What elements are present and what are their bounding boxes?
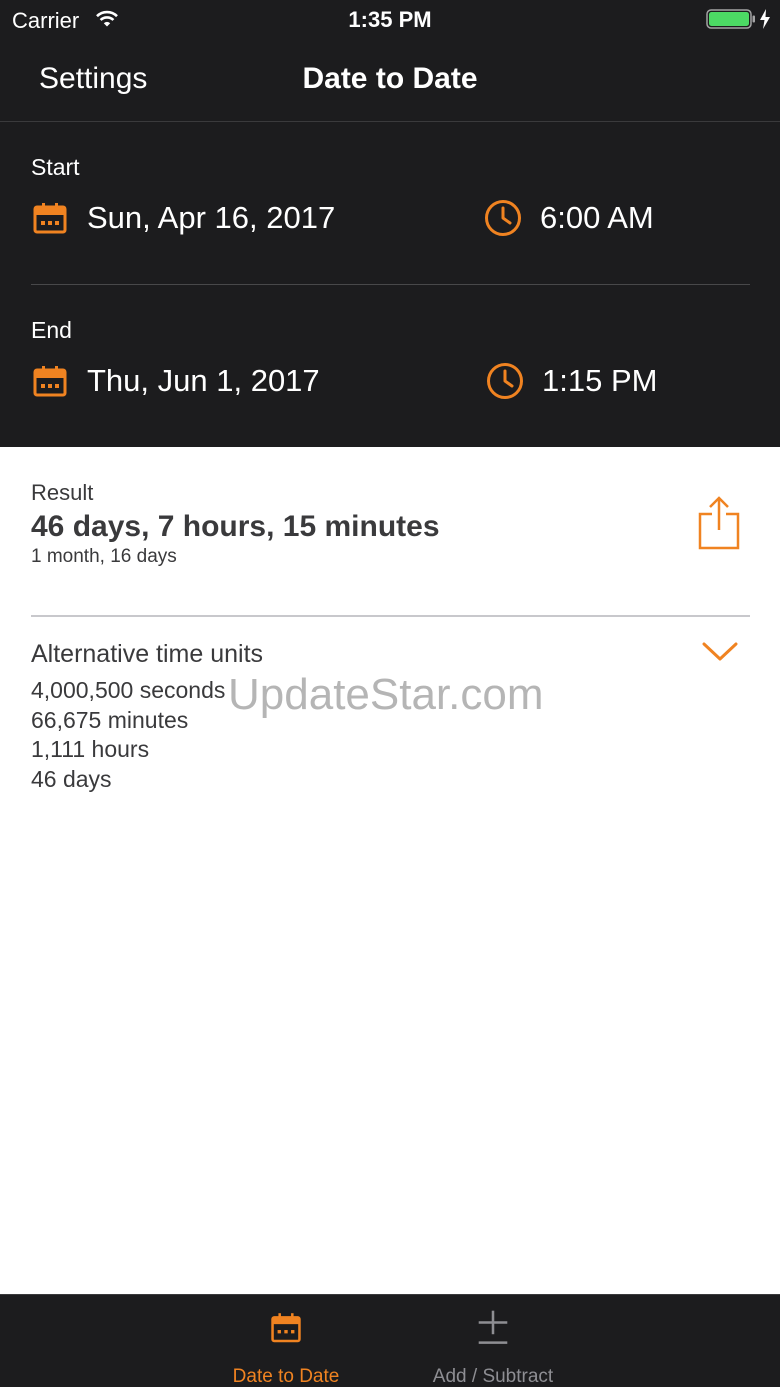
end-time-button[interactable]: 1:15 PM xyxy=(486,359,657,403)
navigation-bar: Settings Date to Date xyxy=(0,40,780,122)
tab-label: Date to Date xyxy=(232,1366,340,1387)
calendar-icon xyxy=(271,1313,301,1343)
calendar-icon xyxy=(33,366,67,397)
page-title: Date to Date xyxy=(302,62,478,95)
result-label: Result xyxy=(31,480,94,505)
share-icon[interactable] xyxy=(698,495,740,551)
status-bar: Carrier 1:35 PM xyxy=(0,0,780,40)
end-label: End xyxy=(31,317,72,343)
tab-add-subtract[interactable]: Add / Subtract xyxy=(413,1295,573,1387)
start-time-button[interactable]: 6:00 AM xyxy=(484,196,654,240)
calendar-icon xyxy=(33,203,67,234)
end-date-value: Thu, Jun 1, 2017 xyxy=(87,363,320,398)
status-time: 1:35 PM xyxy=(348,7,432,32)
list-item: 66,675 minutes xyxy=(31,706,189,733)
alternative-units-section: Alternative time units 4,000,500 seconds… xyxy=(0,617,780,817)
end-date-button[interactable]: Thu, Jun 1, 2017 xyxy=(33,359,320,403)
start-time-value: 6:00 AM xyxy=(540,200,654,235)
result-value: 46 days, 7 hours, 15 minutes xyxy=(31,510,440,543)
date-picker-panel: Start Sun, Apr 16, 2017 6:00 AM End Thu,… xyxy=(0,122,780,447)
alternative-units-title: Alternative time units xyxy=(31,640,264,668)
tab-bar: Date to Date Add / Subtract xyxy=(0,1294,780,1387)
start-date-button[interactable]: Sun, Apr 16, 2017 xyxy=(33,196,335,240)
tab-label: Add / Subtract xyxy=(432,1366,554,1387)
end-time-value: 1:15 PM xyxy=(542,363,658,398)
result-section: Result 46 days, 7 hours, 15 minutes 1 mo… xyxy=(0,447,780,617)
clock-icon xyxy=(485,200,521,236)
start-date-value: Sun, Apr 16, 2017 xyxy=(87,200,336,235)
battery-icon xyxy=(706,9,755,29)
list-item: 1,111 hours xyxy=(31,736,150,763)
list-item: 4,000,500 seconds xyxy=(31,677,226,703)
list-item: 46 days xyxy=(31,766,112,793)
picker-divider xyxy=(31,284,750,285)
tab-date-to-date[interactable]: Date to Date xyxy=(206,1295,366,1387)
clock-icon xyxy=(487,363,523,399)
plus-minus-icon xyxy=(478,1310,508,1344)
alternative-units-list: 4,000,500 seconds 66,675 minutes 1,111 h… xyxy=(31,676,225,795)
start-label: Start xyxy=(31,154,80,180)
charging-bolt-icon xyxy=(760,9,770,29)
chevron-down-icon[interactable] xyxy=(702,641,738,663)
result-subtitle: 1 month, 16 days xyxy=(31,546,177,567)
